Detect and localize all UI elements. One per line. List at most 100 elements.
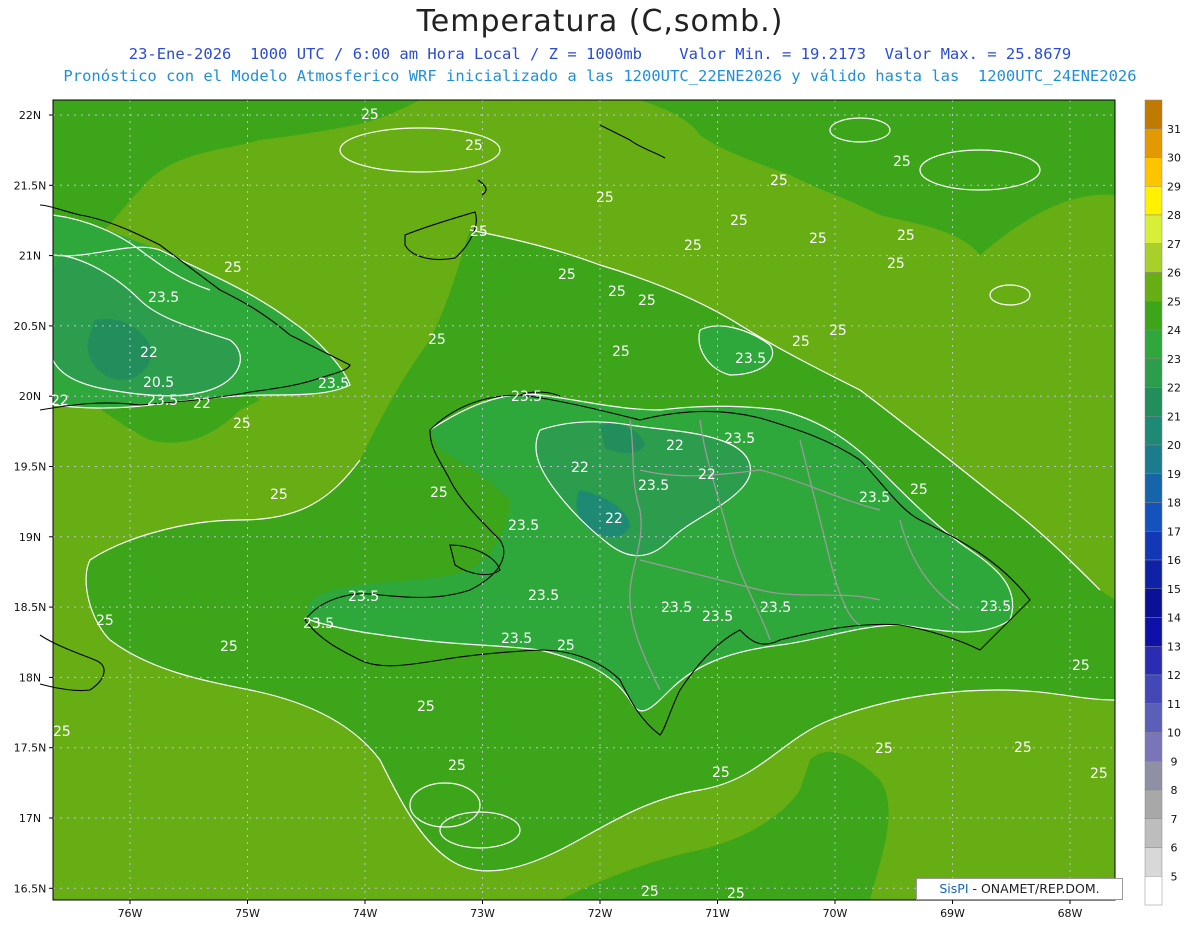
- model-run-line: Pronóstico con el Modelo Atmosferico WRF…: [63, 67, 1137, 85]
- colorbar-swatch: [1144, 674, 1163, 704]
- contour-label: 25: [792, 334, 810, 350]
- lat-label: 17.5N: [14, 742, 47, 755]
- colorbar-swatch: [1144, 531, 1163, 561]
- colorbar-label: 22: [1167, 382, 1181, 395]
- colorbar-label: 18: [1167, 497, 1181, 510]
- colorbar-swatch: [1144, 329, 1163, 359]
- contour-label: 25: [641, 884, 659, 900]
- contour-label: 25: [224, 260, 242, 276]
- colorbar-label: 16: [1167, 554, 1181, 567]
- colorbar-label: 28: [1167, 209, 1181, 222]
- lon-label: 70W: [823, 907, 848, 920]
- contour-label: 25: [1014, 740, 1032, 756]
- colorbar-swatch: [1144, 761, 1163, 791]
- contour-label: 20.5: [143, 375, 174, 391]
- contour-label: 23.5: [501, 631, 532, 647]
- contour-label: 23.5: [760, 600, 791, 616]
- lat-label: 18N: [19, 671, 41, 684]
- contour-label: 25: [558, 267, 576, 283]
- contour-label: 23.5: [724, 431, 755, 447]
- lat-label: 17N: [19, 812, 41, 825]
- contour-label: 25: [897, 228, 915, 244]
- contour-label: 23.5: [511, 389, 542, 405]
- lon-label: 73W: [470, 907, 495, 920]
- lon-label: 76W: [118, 907, 143, 920]
- valid-time-line: 23-Ene-2026 1000 UTC / 6:00 am Hora Loca…: [128, 45, 1072, 63]
- contour-label: 25: [557, 638, 575, 654]
- colorbar-label: 7: [1171, 813, 1178, 826]
- colorbar-label: 26: [1167, 267, 1181, 280]
- colorbar-swatch: [1144, 646, 1163, 676]
- contour-label: 22: [605, 511, 623, 527]
- contour-label: 25: [53, 724, 71, 740]
- colorbar-label: 12: [1167, 669, 1181, 682]
- contour-label: 23.5: [859, 490, 890, 506]
- contour-label: 22: [140, 345, 158, 361]
- colorbar-swatch: [1144, 416, 1163, 446]
- contour-label: 22: [193, 396, 211, 412]
- contour-label: 23.5: [303, 616, 334, 632]
- colorbar-swatch: [1144, 272, 1163, 302]
- contour-label: 23.5: [702, 609, 733, 625]
- colorbar-label: 13: [1167, 640, 1181, 653]
- colorbar-label: 21: [1167, 410, 1181, 423]
- colorbar-label: 30: [1167, 152, 1181, 165]
- contour-label: 25: [430, 485, 448, 501]
- colorbar-swatch: [1144, 243, 1163, 273]
- contour-label: 25: [417, 699, 435, 715]
- colorbar-swatch: [1144, 876, 1163, 906]
- contour-label: 25: [770, 173, 788, 189]
- lat-label: 20.5N: [14, 320, 47, 333]
- colorbar-swatch: [1144, 847, 1163, 877]
- contour-label: 22: [571, 460, 589, 476]
- lat-label: 19N: [19, 531, 41, 544]
- colorbar-label: 17: [1167, 525, 1181, 538]
- lat-label: 21N: [19, 250, 41, 263]
- lon-label: 68W: [1058, 907, 1083, 920]
- colorbar-label: 10: [1167, 727, 1181, 740]
- map-title: Temperatura (C,somb.): [416, 4, 784, 39]
- colorbar-label: 31: [1167, 123, 1181, 136]
- colorbar-swatch: [1144, 301, 1163, 331]
- contour-label: 23.5: [735, 351, 766, 367]
- colorbar-label: 8: [1171, 784, 1178, 797]
- colorbar-swatch: [1144, 157, 1163, 187]
- colorbar-label: 23: [1167, 353, 1181, 366]
- colorbar-swatch: [1144, 128, 1163, 158]
- contour-label: 23.5: [528, 588, 559, 604]
- contour-label: 25: [233, 416, 251, 432]
- contour-label: 22: [51, 393, 69, 409]
- colorbar-label: 24: [1167, 324, 1181, 337]
- contour-label: 25: [910, 482, 928, 498]
- contour-label: 25: [829, 323, 847, 339]
- contour-label: 25: [361, 107, 379, 123]
- colorbar: 31 30 29 28 27 26 25 24 23 22 21 20 19 18 17 16 15 14 13 12…: [1144, 99, 1181, 906]
- contour-label: 25: [684, 238, 702, 254]
- contour-label: 23.5: [980, 599, 1011, 615]
- latitude-axis: 22N 21.5N 21N 20.5N 20N 19.5N 19N 18.5N 18N 17.5N…: [14, 109, 53, 895]
- contour-label: 23.5: [508, 518, 539, 534]
- colorbar-swatch: [1144, 559, 1163, 589]
- contour-label: 25: [470, 224, 488, 240]
- contour-label: 25: [448, 758, 466, 774]
- contour-label: 25: [596, 190, 614, 206]
- lat-label: 16.5N: [14, 882, 47, 895]
- colorbar-swatch: [1144, 473, 1163, 503]
- colorbar-swatch: [1144, 444, 1163, 474]
- contour-label: 25: [220, 639, 238, 655]
- longitude-axis: 76W 75W 74W 73W 72W 71W 70W 69W 68W: [118, 900, 1083, 920]
- lat-label: 18.5N: [14, 601, 47, 614]
- contour-label: 25: [730, 213, 748, 229]
- colorbar-label: 25: [1167, 295, 1181, 308]
- contour-label: 23.5: [147, 393, 178, 409]
- credit-text: - ONAMET/REP.DOM.: [968, 881, 1100, 896]
- contour-label: 25: [875, 741, 893, 757]
- temperature-map: 22N 21.5N 21N 20.5N 20N 19.5N 19N 18.5N 18N 17.5N…: [14, 99, 1181, 920]
- contour-label: 25: [608, 284, 626, 300]
- contour-label: 23.5: [348, 589, 379, 605]
- colorbar-swatch: [1144, 588, 1163, 618]
- lon-label: 74W: [353, 907, 378, 920]
- lon-label: 71W: [705, 907, 730, 920]
- temperature-field: [53, 100, 1115, 900]
- contour-label: 22: [698, 467, 716, 483]
